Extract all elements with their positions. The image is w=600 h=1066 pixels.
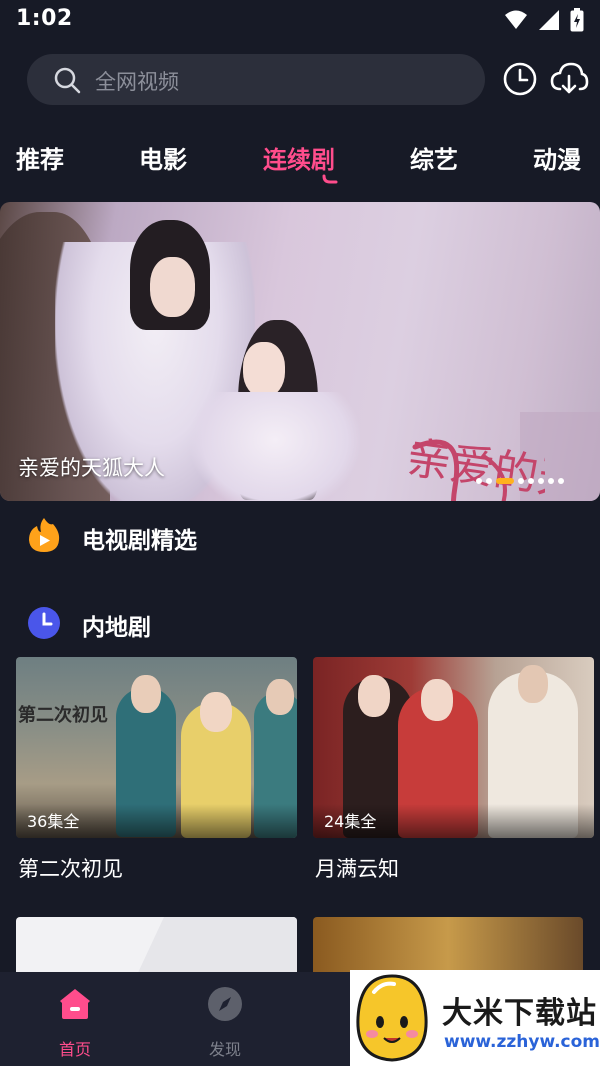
video-thumbnail-partial[interactable]	[313, 917, 583, 972]
banner-figure-face	[150, 257, 195, 317]
tab-anime[interactable]: 动漫	[533, 140, 581, 175]
banner-dot[interactable]	[538, 478, 544, 484]
video-thumbnail[interactable]: 第二次初见 36集全	[16, 657, 297, 838]
flame-play-icon	[29, 518, 60, 552]
poster-face	[200, 692, 232, 732]
watermark: 大米下载站 www.zzhyw.com	[350, 970, 600, 1066]
tab-active-indicator	[322, 174, 338, 184]
poster-face	[421, 679, 453, 721]
banner-figure-woman-face	[243, 342, 285, 397]
status-bar: 1:02	[0, 0, 600, 42]
nav-discover-label: 发现	[208, 1040, 241, 1059]
nav-home[interactable]: 首页	[30, 972, 120, 1066]
poster-face	[266, 679, 294, 715]
status-icons	[504, 8, 584, 32]
tab-tv-series[interactable]: 连续剧	[263, 140, 335, 175]
banner-dot-active[interactable]	[496, 478, 514, 484]
video-thumbnail-partial[interactable]	[16, 917, 297, 972]
status-time: 1:02	[16, 6, 73, 31]
banner-dot[interactable]	[548, 478, 554, 484]
nav-discover[interactable]: 发现	[180, 972, 270, 1066]
poster-face	[131, 675, 161, 713]
nav-home-label: 首页	[58, 1040, 91, 1059]
video-thumbnail[interactable]: 24集全	[313, 657, 594, 838]
watermark-name: 大米下载站	[442, 996, 597, 1031]
section-title-featured: 电视剧精选	[82, 528, 197, 554]
search-placeholder: 全网视频	[95, 70, 179, 94]
banner-dot[interactable]	[518, 478, 524, 484]
cloud-download-icon[interactable]	[549, 59, 589, 99]
tab-recommend[interactable]: 推荐	[16, 140, 64, 175]
category-tabs: 推荐 电影 连续剧 综艺 动漫	[0, 140, 600, 190]
wifi-icon	[505, 10, 527, 29]
episode-badge: 24集全	[324, 812, 377, 831]
video-title[interactable]: 月满云知	[315, 853, 399, 883]
history-icon[interactable]	[500, 59, 540, 99]
search-icon	[54, 67, 81, 94]
banner-dot[interactable]	[528, 478, 534, 484]
banner-dot[interactable]	[558, 478, 564, 484]
tab-movies[interactable]: 电影	[139, 140, 187, 175]
poster-face	[358, 675, 390, 717]
home-icon	[60, 989, 90, 1019]
poster-title-art: 第二次初见	[18, 705, 108, 726]
search-input[interactable]: 全网视频	[27, 54, 485, 105]
video-title[interactable]: 第二次初见	[18, 853, 123, 883]
section-title-mainland: 内地剧	[82, 615, 151, 641]
compass-icon	[208, 987, 242, 1021]
banner-calligraphy-logo: 亲爱的天狐大人	[403, 432, 545, 501]
banner-pagination	[476, 478, 564, 484]
placeholder-shape	[108, 917, 297, 972]
signal-icon	[539, 10, 559, 30]
mascot-logo	[356, 974, 428, 1062]
banner-figure-woman	[190, 392, 360, 501]
watermark-url: www.zzhyw.com	[444, 1032, 600, 1052]
episode-badge: 36集全	[27, 812, 80, 831]
battery-icon	[570, 8, 584, 32]
banner-dot[interactable]	[476, 478, 482, 484]
tab-variety[interactable]: 综艺	[410, 140, 458, 175]
banner-dot[interactable]	[486, 478, 492, 484]
poster-face	[518, 665, 548, 703]
banner-title: 亲爱的天狐大人	[18, 456, 165, 480]
clock-icon	[28, 607, 60, 639]
